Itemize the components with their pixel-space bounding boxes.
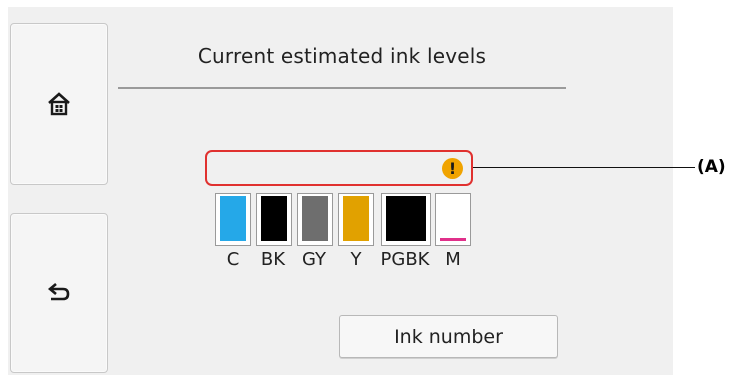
ink-level-bar xyxy=(343,196,369,241)
home-icon xyxy=(48,92,70,116)
ink-level-bar xyxy=(386,196,426,241)
callout-leader-line xyxy=(473,167,695,168)
exclamation-icon: ! xyxy=(442,158,463,179)
ink-level-bar xyxy=(220,196,246,241)
ink-tank-gy xyxy=(297,193,333,246)
ink-level-bar xyxy=(261,196,287,241)
ink-tank-y xyxy=(338,193,374,246)
ink-alert-frame: ! xyxy=(205,150,473,186)
back-arrow-icon xyxy=(47,283,70,301)
page-title: Current estimated ink levels xyxy=(197,44,487,68)
ink-tank-pgbk xyxy=(381,193,431,246)
printer-lcd-screen: Current estimated ink levels ! (A) C BK GY… xyxy=(0,0,734,383)
ink-number-button[interactable]: Ink number xyxy=(339,315,558,358)
ink-label: PGBK xyxy=(380,249,430,270)
callout-label: (A) xyxy=(697,157,726,177)
back-button[interactable] xyxy=(10,213,108,373)
home-button[interactable] xyxy=(10,23,108,185)
ink-label: GY xyxy=(301,249,327,270)
ink-tank-c xyxy=(215,193,251,246)
title-divider xyxy=(118,87,566,89)
ink-tank-m xyxy=(435,193,471,246)
ink-label: BK xyxy=(260,249,286,270)
ink-label: Y xyxy=(350,249,362,270)
ink-tank-bk xyxy=(256,193,292,246)
ink-label: C xyxy=(226,249,240,270)
ink-level-bar xyxy=(302,196,328,241)
ink-level-bar xyxy=(440,238,466,241)
ink-label: M xyxy=(445,249,461,270)
